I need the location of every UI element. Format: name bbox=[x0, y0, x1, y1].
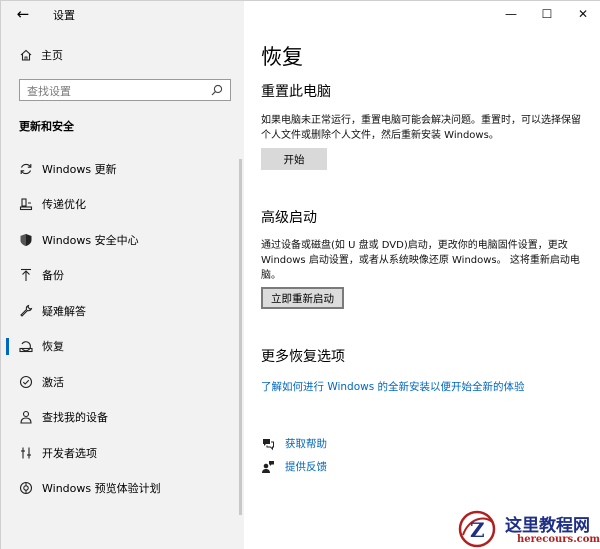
wrench-icon bbox=[20, 304, 33, 317]
search-box[interactable] bbox=[19, 79, 231, 102]
settings-window: ← 设置 主页 更新和安全 bbox=[0, 0, 600, 549]
reset-description: 如果电脑未正常运行，重置电脑可能会解决问题。重置时，可以选择保留个人文件或删除个… bbox=[261, 115, 581, 141]
main-content: — ☐ ✕ 恢复 重置此电脑 如果电脑未正常运行，重置电脑可能会解决问题。重置时… bbox=[244, 1, 600, 549]
window-title: 设置 bbox=[53, 9, 75, 22]
get-help-label: 获取帮助 bbox=[285, 438, 327, 450]
sidebar-item-backup[interactable]: 备份 bbox=[1, 258, 244, 294]
sidebar-item-windows-insider[interactable]: Windows 预览体验计划 bbox=[1, 471, 244, 507]
sidebar-item-label: 开发者选项 bbox=[42, 446, 97, 460]
watermark: Z 这里教程网 herecours.com bbox=[453, 507, 600, 549]
watermark-logo-icon: Z bbox=[458, 510, 496, 548]
sidebar-item-developer-options[interactable]: 开发者选项 bbox=[1, 435, 244, 471]
sidebar: ← 设置 主页 更新和安全 bbox=[1, 1, 244, 549]
sidebar-item-activation[interactable]: 激活 bbox=[1, 364, 244, 400]
close-icon: ✕ bbox=[577, 7, 589, 21]
sidebar-item-label: 激活 bbox=[42, 375, 64, 389]
check-circle-icon bbox=[19, 375, 33, 388]
sidebar-item-label: Windows 预览体验计划 bbox=[42, 482, 161, 496]
feedback-person-icon bbox=[262, 460, 274, 473]
sidebar-item-label: Windows 安全中心 bbox=[42, 233, 139, 247]
search-icon[interactable] bbox=[210, 83, 224, 97]
advanced-startup-heading: 高级启动 bbox=[261, 210, 317, 226]
reset-start-button[interactable]: 开始 bbox=[261, 148, 327, 170]
sidebar-item-find-my-device[interactable]: 查找我的设备 bbox=[1, 400, 244, 436]
restart-now-button[interactable]: 立即重新启动 bbox=[261, 287, 344, 309]
page-title: 恢复 bbox=[261, 45, 303, 69]
minimize-icon: — bbox=[505, 7, 517, 21]
sidebar-item-label: 查找我的设备 bbox=[42, 411, 108, 425]
close-button[interactable]: ✕ bbox=[565, 1, 600, 27]
clean-install-link[interactable]: 了解如何进行 Windows 的全新安装以便开始全新的体验 bbox=[261, 379, 525, 394]
shield-icon bbox=[20, 233, 32, 246]
back-button[interactable]: ← bbox=[13, 5, 33, 23]
maximize-icon: ☐ bbox=[541, 7, 553, 21]
backup-arrow-icon bbox=[21, 269, 31, 282]
sidebar-item-label: 恢复 bbox=[42, 340, 64, 354]
developer-icon bbox=[21, 447, 31, 459]
home-label: 主页 bbox=[41, 49, 63, 62]
sidebar-item-label: 疑难解答 bbox=[42, 304, 86, 318]
sidebar-item-label: Windows 更新 bbox=[42, 162, 117, 176]
search-input[interactable] bbox=[20, 81, 200, 102]
get-help-link[interactable]: 获取帮助 bbox=[261, 436, 327, 451]
sidebar-scrollbar[interactable] bbox=[239, 159, 242, 515]
back-arrow-icon: ← bbox=[16, 5, 30, 23]
sync-icon bbox=[20, 163, 32, 174]
svg-text:Z: Z bbox=[470, 518, 485, 542]
window-controls: — ☐ ✕ bbox=[493, 1, 600, 27]
sidebar-item-label: 传递优化 bbox=[42, 198, 86, 212]
sidebar-item-troubleshoot[interactable]: 疑难解答 bbox=[1, 293, 244, 329]
titlebar-left: ← 设置 bbox=[1, 1, 244, 29]
find-device-icon bbox=[20, 411, 32, 424]
sidebar-item-windows-update[interactable]: Windows 更新 bbox=[1, 151, 244, 187]
home-icon bbox=[20, 49, 32, 61]
maximize-button[interactable]: ☐ bbox=[529, 1, 565, 27]
home-link[interactable]: 主页 bbox=[19, 47, 63, 63]
watermark-text: 这里教程网 bbox=[505, 516, 590, 536]
sidebar-item-delivery-optimization[interactable]: 传递优化 bbox=[1, 187, 244, 223]
help-chat-icon bbox=[263, 438, 274, 450]
watermark-url: herecours.com bbox=[517, 534, 600, 545]
recovery-icon bbox=[19, 341, 33, 353]
more-recovery-heading: 更多恢复选项 bbox=[261, 349, 345, 365]
minimize-button[interactable]: — bbox=[493, 1, 529, 27]
feedback-link[interactable]: 提供反馈 bbox=[261, 459, 327, 474]
delivery-optimization-icon bbox=[19, 198, 33, 211]
feedback-label: 提供反馈 bbox=[285, 461, 327, 473]
sidebar-item-windows-security[interactable]: Windows 安全中心 bbox=[1, 222, 244, 258]
insider-icon bbox=[19, 482, 33, 495]
reset-heading: 重置此电脑 bbox=[261, 84, 331, 100]
sidebar-item-recovery[interactable]: 恢复 bbox=[1, 329, 244, 365]
section-title: 更新和安全 bbox=[19, 120, 74, 133]
advanced-startup-description: 通过设备或磁盘(如 U 盘或 DVD)启动，更改你的电脑固件设置，更改 Wind… bbox=[261, 240, 580, 281]
sidebar-item-label: 备份 bbox=[42, 269, 64, 283]
sidebar-nav: Windows 更新 传递优化 Windows 安全中心 备份 疑难解答 恢复 … bbox=[1, 151, 244, 506]
